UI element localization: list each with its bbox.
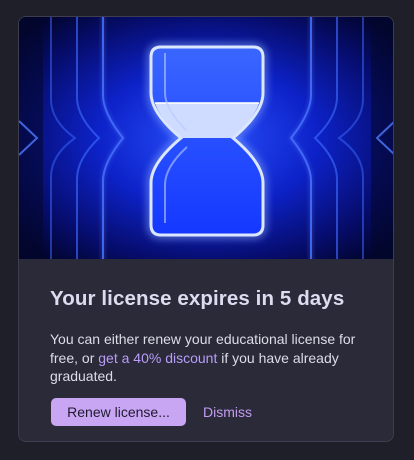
renew-license-button[interactable]: Renew license... <box>51 398 186 426</box>
notice-body: You can either renew your educational li… <box>50 330 370 386</box>
hourglass-illustration <box>19 17 393 259</box>
hero-illustration <box>19 17 393 259</box>
notice-title: Your license expires in 5 days <box>50 287 345 310</box>
license-expiry-card: Your license expires in 5 days You can e… <box>18 16 394 442</box>
discount-link[interactable]: get a 40% discount <box>98 350 217 366</box>
dismiss-button[interactable]: Dismiss <box>197 398 258 426</box>
